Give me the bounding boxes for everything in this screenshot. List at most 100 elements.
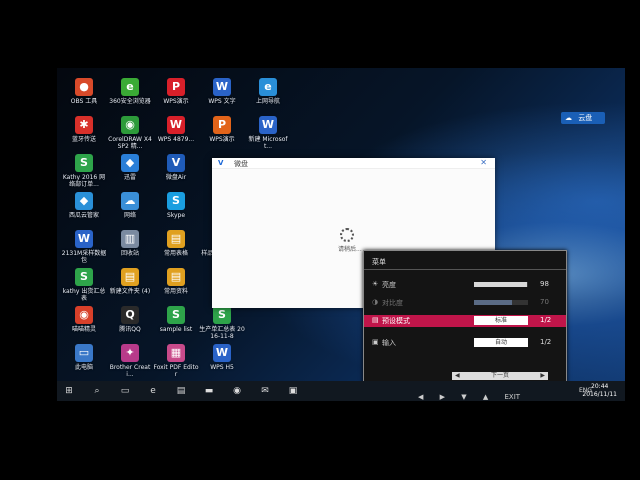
osd-row-value: 1/2 (540, 316, 552, 324)
clock-date: 2016/11/11 (582, 391, 617, 398)
desktop-icon-label: Skype (166, 212, 186, 219)
osd-footer[interactable]: ◀ 下一页 ▶ (452, 372, 548, 380)
desktop-icon[interactable]: W WPS H5 (199, 344, 245, 386)
app-icon: S (167, 306, 185, 324)
desktop-icon-label: 喵喵精灵 (71, 326, 96, 333)
taskbar-item-icon[interactable]: ✉ (259, 385, 271, 397)
osd-header: 菜单 (372, 258, 386, 266)
desktop-icon-label: WPS 文字 (208, 98, 236, 105)
app-icon: W (213, 78, 231, 96)
taskbar-item-icon[interactable]: ▬ (203, 385, 215, 397)
desktop-icon-label: 360安全浏览器 (109, 98, 151, 105)
osd-row-brightness[interactable]: ☀ 亮度 98 (364, 279, 566, 291)
app-icon: ✦ (121, 344, 139, 362)
monitor-up-button[interactable]: ▲ (483, 393, 488, 401)
desktop-icon[interactable]: W WPS 4879... (153, 116, 199, 158)
desktop-icon[interactable]: W WPS 文字 (199, 78, 245, 120)
right-arrow-icon[interactable]: ▶ (540, 372, 545, 380)
taskbar-item-icon[interactable]: ⊞ (63, 385, 75, 397)
desktop-icon[interactable]: e 360安全浏览器 (107, 78, 153, 120)
osd-row-input[interactable]: ▣ 输入 自动 1/2 (364, 337, 566, 349)
slider-fill (474, 300, 512, 305)
taskbar-item-icon[interactable]: ▣ (287, 385, 299, 397)
desktop-icon[interactable]: ◆ 西瓜云管家 (61, 192, 107, 234)
taskbar-item-icon[interactable]: e (147, 385, 159, 397)
desktop-icon[interactable]: ▥ 回收站 (107, 230, 153, 272)
input-icon: ▣ (372, 338, 379, 346)
app-icon: ▤ (121, 268, 139, 286)
desktop-screen: ● OBS 工具 e 360安全浏览器 P WPS演示 W WPS 文字 e 上网导航 ✱ 蓝牙传送 ◉… (57, 68, 625, 401)
monitor-down-button[interactable]: ▼ (461, 393, 466, 401)
cloud-badge[interactable]: ☁ 云盘 (561, 112, 605, 124)
app-icon: ▦ (167, 344, 185, 362)
app-icon: ◉ (75, 306, 93, 324)
desktop-icon[interactable]: V 微盘Air (153, 154, 199, 196)
desktop-icon[interactable]: ◉ 喵喵精灵 (61, 306, 107, 348)
monitor-exit-button[interactable]: EXIT (505, 393, 521, 401)
desktop-icon[interactable]: Skathy 出货汇总表 (61, 268, 107, 310)
taskbar-item-icon[interactable]: ▭ (119, 385, 131, 397)
desktop-icon[interactable]: S 生产单汇总表 2016-11-8 (199, 306, 245, 348)
taskbar-item-icon[interactable]: ◉ (231, 385, 243, 397)
osd-row-contrast[interactable]: ◑ 对比度 70 (364, 297, 566, 309)
desktop-icon[interactable]: W 2131M采样数据包 (61, 230, 107, 272)
taskbar: ⊞ ⌕ ▭ e ▤ ▬ ◉ ✉ ▣ ENG 20:44 2016/11/11 (57, 381, 625, 401)
osd-divider (364, 269, 566, 270)
desktop-icon[interactable]: ▤ 新建文件夹 (4) (107, 268, 153, 310)
osd-row-preset[interactable]: ▤ 预设模式 标准 1/2 (364, 315, 566, 327)
desktop-icon[interactable]: Ssample list (153, 306, 199, 348)
desktop-icon-label: 西瓜云管家 (68, 212, 99, 219)
desktop-icon[interactable]: P WPS演示 (199, 116, 245, 158)
desktop-icon-label: WPS 4879... (157, 136, 195, 143)
monitor-right-button[interactable]: ▶ (440, 393, 445, 401)
taskbar-item-icon[interactable]: ▤ (175, 385, 187, 397)
contrast-slider[interactable] (474, 300, 528, 305)
contrast-icon: ◑ (372, 298, 379, 306)
desktop-icon-label: kathy 出货汇总表 (62, 288, 106, 302)
desktop-icon[interactable]: ✱ 蓝牙传送 (61, 116, 107, 158)
desktop-icon-label: 回收站 (120, 250, 139, 257)
app-icon: S (75, 154, 93, 172)
desktop-icon[interactable]: Q 腾讯QQ (107, 306, 153, 348)
app-icon: ◆ (121, 154, 139, 172)
desktop-icon[interactable]: ✦ Brother Creati... (107, 344, 153, 386)
app-icon: ▭ (75, 344, 93, 362)
desktop-icon-label: WPS演示 (163, 98, 189, 105)
desktop-icon[interactable]: ● OBS 工具 (61, 78, 107, 120)
desktop-icon[interactable]: ▤ 常用表格 (153, 230, 199, 272)
osd-row-value: 70 (540, 298, 549, 306)
desktop-icon[interactable]: ◆ 迅雷 (107, 154, 153, 196)
left-arrow-icon[interactable]: ◀ (455, 372, 460, 380)
desktop-icon-label: 生产单汇总表 2016-11-8 (199, 326, 245, 340)
window-titlebar[interactable]: V 微盘 ✕ (212, 158, 495, 169)
taskbar-item-icon[interactable]: ⌕ (91, 385, 103, 397)
desktop-icon[interactable]: ▤ 常用资料 (153, 268, 199, 310)
desktop-icon[interactable]: P WPS演示 (153, 78, 199, 120)
cloud-icon: ☁ (565, 114, 572, 122)
desktop-icon[interactable]: S Skype (153, 192, 199, 234)
app-icon: ✱ (75, 116, 93, 134)
desktop-icon[interactable]: W 新建 Microsoft... (245, 116, 291, 158)
brightness-icon: ☀ (372, 280, 379, 288)
clock[interactable]: 20:44 2016/11/11 (582, 383, 617, 399)
input-select[interactable]: 自动 (474, 338, 528, 347)
desktop-icon[interactable]: ▦ Foxit PDF Editor (153, 344, 199, 386)
desktop-icon[interactable]: ▭ 此电脑 (61, 344, 107, 386)
brightness-slider[interactable] (474, 282, 528, 287)
loading-spinner-icon (340, 228, 354, 242)
app-icon: ▥ (121, 230, 139, 248)
desktop-icon[interactable]: ◉ CorelDRAW X4 SP2 精... (107, 116, 153, 158)
desktop-icon-label: 网络 (123, 212, 136, 219)
desktop-icon-label: 腾讯QQ (119, 326, 141, 333)
weipan-logo-icon: V (218, 159, 224, 167)
desktop-icon[interactable]: ☁ 网络 (107, 192, 153, 234)
desktop-icon-label: 新建文件夹 (4) (109, 288, 151, 295)
close-icon[interactable]: ✕ (480, 158, 487, 167)
desktop-icon-label: 常用资料 (163, 288, 188, 295)
desktop-icon[interactable]: S Kathy 2016 网络部订单... (61, 154, 107, 196)
preset-select[interactable]: 标准 (474, 316, 528, 325)
desktop-icon[interactable]: e 上网导航 (245, 78, 291, 120)
monitor-left-button[interactable]: ◀ (418, 393, 423, 401)
monitor-buttons: ◀ ▶ ▼ ▲ EXIT (418, 393, 534, 401)
app-icon: ☁ (121, 192, 139, 210)
